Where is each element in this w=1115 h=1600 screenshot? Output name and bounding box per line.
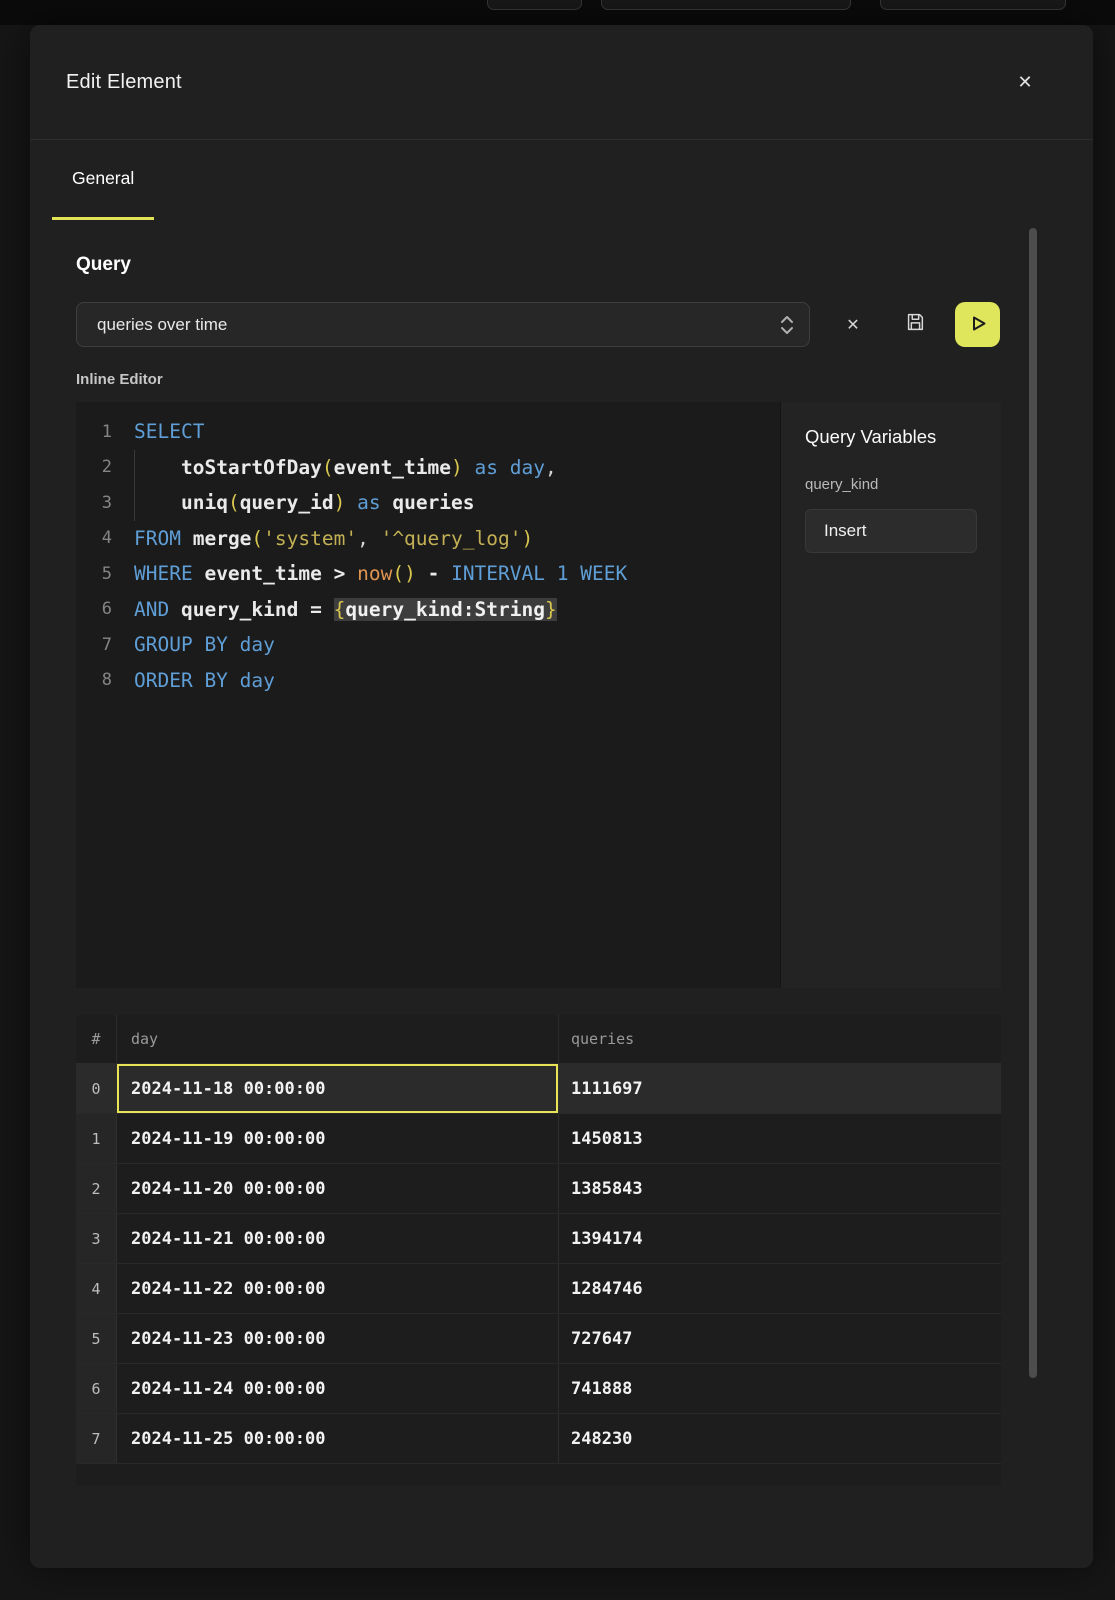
- col-header-index[interactable]: #: [76, 1015, 117, 1063]
- table-row[interactable]: 12024-11-19 00:00:001450813: [76, 1114, 1001, 1164]
- day-cell[interactable]: 2024-11-24 00:00:00: [117, 1364, 559, 1413]
- background-button: [487, 0, 582, 10]
- close-icon: ✕: [1017, 72, 1032, 93]
- table-row[interactable]: 32024-11-21 00:00:001394174: [76, 1214, 1001, 1264]
- background-topbar: [0, 0, 1115, 25]
- code-line[interactable]: 5 WHERE event_time > now() - INTERVAL 1 W…: [76, 556, 780, 592]
- code-line[interactable]: 8 ORDER BY day: [76, 663, 780, 699]
- code-text: GROUP BY day: [134, 633, 275, 656]
- row-index-cell[interactable]: 1: [76, 1114, 117, 1163]
- day-cell[interactable]: 2024-11-25 00:00:00: [117, 1414, 559, 1463]
- code-line[interactable]: 7 GROUP BY day: [76, 627, 780, 663]
- results-table: # day queries 02024-11-18 00:00:00111169…: [76, 1015, 1001, 1486]
- queries-cell[interactable]: 727647: [559, 1314, 1001, 1363]
- row-index-cell[interactable]: 0: [76, 1064, 117, 1113]
- queries-cell[interactable]: 1385843: [559, 1164, 1001, 1213]
- clear-icon: ✕: [846, 315, 859, 335]
- line-number: 4: [76, 528, 112, 548]
- modal-header: Edit Element ✕: [30, 25, 1093, 140]
- save-icon: [904, 311, 926, 338]
- queries-cell[interactable]: 1450813: [559, 1114, 1001, 1163]
- results-table-body: 02024-11-18 00:00:00111169712024-11-19 0…: [76, 1064, 1001, 1464]
- table-row[interactable]: 72024-11-25 00:00:00248230: [76, 1414, 1001, 1464]
- code-text: ORDER BY day: [134, 669, 275, 692]
- clear-query-button[interactable]: ✕: [834, 306, 872, 344]
- query-section-heading: Query: [76, 254, 1001, 276]
- inline-editor-label: Inline Editor: [76, 371, 1001, 388]
- query-select-value: queries over time: [97, 315, 227, 335]
- query-select[interactable]: queries over time: [76, 302, 810, 347]
- col-header-queries[interactable]: queries: [559, 1015, 1001, 1063]
- line-number: 1: [76, 422, 112, 442]
- row-index-cell[interactable]: 6: [76, 1364, 117, 1413]
- save-query-button[interactable]: [896, 306, 934, 344]
- query-select-row: queries over time ✕: [76, 302, 1001, 347]
- queries-cell[interactable]: 248230: [559, 1414, 1001, 1463]
- chevron-updown-icon: [779, 314, 795, 336]
- table-row[interactable]: 42024-11-22 00:00:001284746: [76, 1264, 1001, 1314]
- tab-bar: General: [30, 140, 1093, 220]
- background-button: [601, 0, 851, 10]
- line-number: 3: [76, 493, 112, 513]
- queries-cell[interactable]: 1394174: [559, 1214, 1001, 1263]
- code-text: SELECT: [134, 420, 204, 443]
- day-cell[interactable]: 2024-11-23 00:00:00: [117, 1314, 559, 1363]
- day-cell[interactable]: 2024-11-22 00:00:00: [117, 1264, 559, 1313]
- queries-cell[interactable]: 1111697: [559, 1064, 1001, 1113]
- table-row[interactable]: 02024-11-18 00:00:001111697: [76, 1064, 1001, 1114]
- day-cell[interactable]: 2024-11-19 00:00:00: [117, 1114, 559, 1163]
- modal-title: Edit Element: [66, 71, 182, 94]
- row-index-cell[interactable]: 2: [76, 1164, 117, 1213]
- sql-editor: 1 SELECT 2 toStartOfDay(event_time) as day…: [76, 402, 1001, 988]
- queries-cell[interactable]: 1284746: [559, 1264, 1001, 1313]
- tab-general[interactable]: General: [52, 140, 154, 220]
- code-text: WHERE event_time > now() - INTERVAL 1 WE…: [134, 562, 627, 585]
- close-button[interactable]: ✕: [1009, 66, 1041, 98]
- code-text: AND query_kind = {query_kind:String}: [134, 598, 557, 621]
- play-icon: [965, 311, 990, 339]
- code-line[interactable]: 2 toStartOfDay(event_time) as day,: [76, 450, 780, 486]
- day-cell[interactable]: 2024-11-21 00:00:00: [117, 1214, 559, 1263]
- row-index-cell[interactable]: 5: [76, 1314, 117, 1363]
- code-line[interactable]: 3 uniq(query_id) as queries: [76, 485, 780, 521]
- query-variables-heading: Query Variables: [805, 426, 977, 448]
- col-header-day[interactable]: day: [117, 1015, 559, 1063]
- table-row[interactable]: 52024-11-23 00:00:00727647: [76, 1314, 1001, 1364]
- insert-variable-button[interactable]: Insert: [805, 509, 977, 553]
- modal-content: Query queries over time ✕: [30, 254, 1093, 1486]
- day-cell[interactable]: 2024-11-20 00:00:00: [117, 1164, 559, 1213]
- code-line[interactable]: 4 FROM merge('system', '^query_log'): [76, 521, 780, 557]
- line-number: 5: [76, 564, 112, 584]
- queries-cell[interactable]: 741888: [559, 1364, 1001, 1413]
- row-index-cell[interactable]: 3: [76, 1214, 117, 1263]
- day-cell[interactable]: 2024-11-18 00:00:00: [117, 1064, 559, 1113]
- background-button: [880, 0, 1066, 10]
- line-number: 7: [76, 635, 112, 655]
- table-row[interactable]: 62024-11-24 00:00:00741888: [76, 1364, 1001, 1414]
- query-variables-panel: Query Variables query_kind Insert: [780, 402, 1001, 988]
- line-number: 2: [76, 457, 112, 477]
- code-text: uniq(query_id) as queries: [134, 491, 475, 514]
- modal-scrollbar[interactable]: [1029, 228, 1037, 1378]
- variable-name-label: query_kind: [805, 476, 977, 493]
- table-row[interactable]: 22024-11-20 00:00:001385843: [76, 1164, 1001, 1214]
- code-editor-lines[interactable]: 1 SELECT 2 toStartOfDay(event_time) as day…: [76, 402, 780, 988]
- results-table-header: # day queries: [76, 1015, 1001, 1064]
- line-number: 8: [76, 670, 112, 690]
- code-line[interactable]: 6 AND query_kind = {query_kind:String}: [76, 592, 780, 628]
- run-query-button[interactable]: [955, 302, 1000, 347]
- edit-element-modal: Edit Element ✕ General Query queries ove…: [30, 25, 1093, 1568]
- row-index-cell[interactable]: 7: [76, 1414, 117, 1463]
- line-number: 6: [76, 599, 112, 619]
- code-text: FROM merge('system', '^query_log'): [134, 527, 533, 550]
- row-index-cell[interactable]: 4: [76, 1264, 117, 1313]
- code-line[interactable]: 1 SELECT: [76, 414, 780, 450]
- code-text: toStartOfDay(event_time) as day,: [134, 456, 557, 479]
